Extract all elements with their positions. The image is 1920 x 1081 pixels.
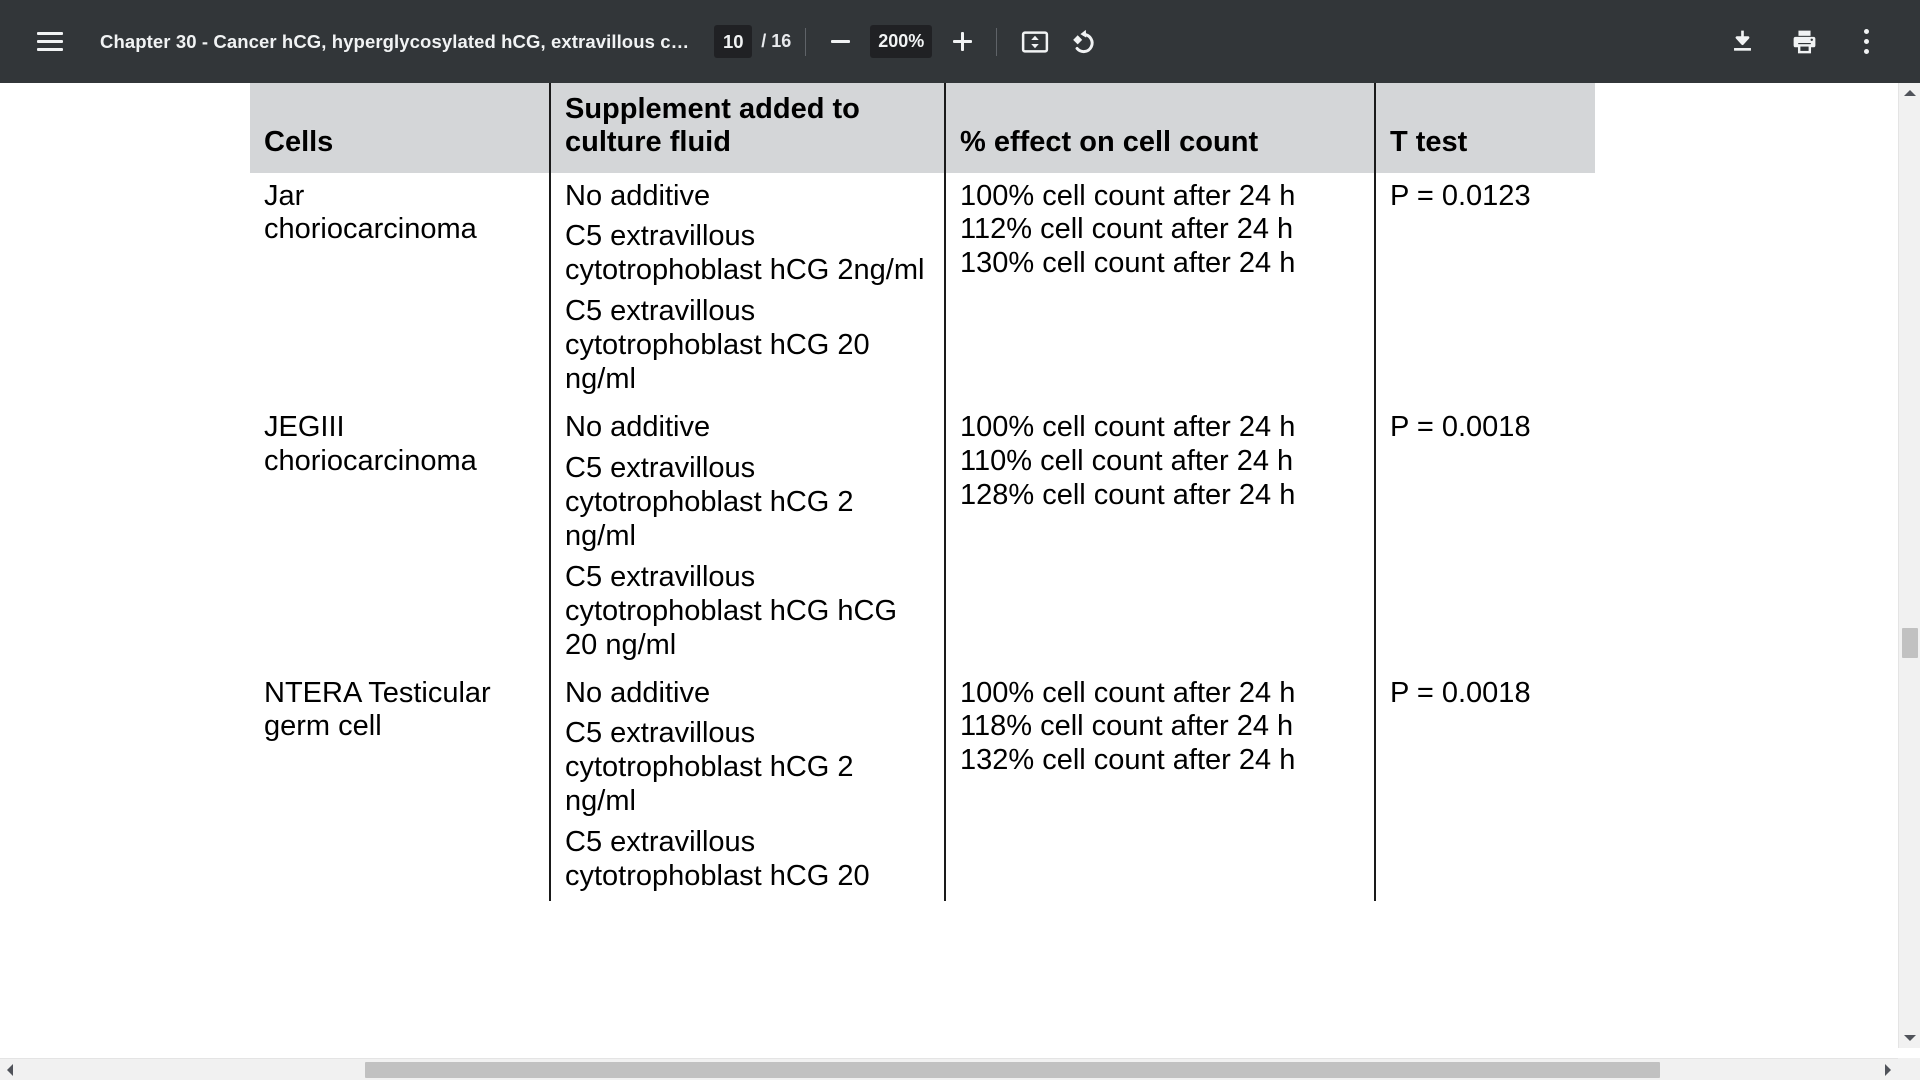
cell-supplement: No additive C5 extravillous cytotrophobl… (550, 173, 945, 405)
supplement-item: C5 extravillous cytotrophoblast hCG 2 ng… (565, 717, 930, 819)
cell-effect: 100% cell count after 24 h 110% cell cou… (945, 404, 1375, 669)
cell-line: choriocarcinoma (264, 213, 535, 247)
cell-ttest: P = 0.0018 (1375, 404, 1595, 669)
horizontal-scrollbar-thumb[interactable] (365, 1062, 1660, 1078)
more-options-icon (1864, 29, 1869, 54)
effect-line: 110% cell count after 24 h (960, 445, 1360, 479)
effect-line: 132% cell count after 24 h (960, 744, 1360, 778)
table-row: JEGIII choriocarcinoma No additive C5 ex… (250, 404, 1595, 669)
column-header-cells: Cells (250, 83, 550, 173)
page-controls: / 16 (714, 25, 791, 58)
scroll-up-arrow-icon (1904, 90, 1916, 96)
toolbar-divider-2 (996, 28, 997, 56)
cell-cells: NTERA Testicular germ cell (250, 670, 550, 902)
vertical-scrollbar[interactable] (1898, 83, 1920, 1048)
zoom-in-button[interactable] (942, 22, 982, 62)
scroll-left-button[interactable] (0, 1059, 20, 1081)
download-button[interactable] (1718, 18, 1766, 66)
scroll-down-button[interactable] (1899, 1028, 1920, 1048)
toolbar-divider (805, 28, 806, 56)
zoom-controls: 200% (820, 22, 982, 62)
table-row: Jar choriocarcinoma No additive C5 extra… (250, 173, 1595, 405)
table-header-row: Cells Supplement added to culture fluid … (250, 83, 1595, 173)
vertical-scrollbar-thumb[interactable] (1902, 628, 1918, 658)
table-body: Jar choriocarcinoma No additive C5 extra… (250, 173, 1595, 902)
more-options-button[interactable] (1842, 18, 1890, 66)
zoom-out-button[interactable] (820, 22, 860, 62)
cell-line: choriocarcinoma (264, 445, 535, 479)
table-header: Cells Supplement added to culture fluid … (250, 83, 1595, 173)
minus-icon (831, 40, 850, 43)
document-title: Chapter 30 - Cancer hCG, hyperglycosylat… (100, 31, 689, 53)
print-button[interactable] (1780, 18, 1828, 66)
effect-line: 100% cell count after 24 h (960, 677, 1360, 711)
fit-to-page-icon (1020, 27, 1050, 57)
sidebar-toggle-button[interactable] (26, 18, 74, 66)
supplement-item: C5 extravillous cytotrophoblast hCG 2ng/… (565, 220, 930, 288)
scroll-down-arrow-icon (1904, 1035, 1916, 1041)
supplement-item: No additive (565, 411, 930, 445)
column-header-supplement: Supplement added to culture fluid (550, 83, 945, 173)
print-icon (1790, 27, 1819, 56)
scroll-up-button[interactable] (1899, 83, 1920, 103)
column-header-effect: % effect on cell count (945, 83, 1375, 173)
supplement-item: C5 extravillous cytotrophoblast hCG 2 ng… (565, 452, 930, 554)
cell-line: NTERA Testicular (264, 677, 535, 711)
plus-icon-vertical (961, 32, 964, 51)
scroll-right-button[interactable] (1878, 1059, 1898, 1081)
fit-to-page-button[interactable] (1011, 18, 1059, 66)
cell-ttest: P = 0.0123 (1375, 173, 1595, 405)
supplement-item: C5 extravillous cytotrophoblast hCG hCG … (565, 561, 930, 663)
scrollbar-corner (1898, 1058, 1920, 1080)
effect-line: 100% cell count after 24 h (960, 411, 1360, 445)
pdf-page-canvas: Cells Supplement added to culture fluid … (0, 83, 1900, 1063)
supplement-item: C5 extravillous cytotrophoblast hCG 20 (565, 826, 930, 894)
pdf-viewer-area[interactable]: Cells Supplement added to culture fluid … (0, 83, 1920, 1080)
cell-supplement: No additive C5 extravillous cytotrophobl… (550, 670, 945, 902)
download-icon (1728, 27, 1757, 56)
cell-supplement: No additive C5 extravillous cytotrophobl… (550, 404, 945, 669)
cell-line: germ cell (264, 710, 535, 744)
rotate-counterclockwise-icon (1068, 26, 1099, 57)
supplement-item: No additive (565, 180, 930, 214)
hamburger-menu-icon (37, 32, 63, 51)
cell-line: JEGIII (264, 411, 535, 445)
page-number-input[interactable] (714, 25, 752, 58)
supplement-item: C5 extravillous cytotrophoblast hCG 20 n… (565, 295, 930, 397)
effect-line: 100% cell count after 24 h (960, 180, 1360, 214)
scroll-right-arrow-icon (1885, 1064, 1891, 1076)
results-table: Cells Supplement added to culture fluid … (250, 83, 1595, 901)
scroll-left-arrow-icon (7, 1064, 13, 1076)
effect-line: 128% cell count after 24 h (960, 479, 1360, 513)
cell-ttest: P = 0.0018 (1375, 670, 1595, 902)
column-header-ttest: T test (1375, 83, 1595, 173)
horizontal-scrollbar[interactable] (0, 1058, 1898, 1080)
page-count-label: / 16 (761, 31, 791, 52)
effect-line: 112% cell count after 24 h (960, 213, 1360, 247)
effect-line: 130% cell count after 24 h (960, 247, 1360, 281)
zoom-level-display[interactable]: 200% (870, 25, 932, 58)
cell-cells: JEGIII choriocarcinoma (250, 404, 550, 669)
cell-line: Jar (264, 180, 535, 214)
pdf-viewer-toolbar: Chapter 30 - Cancer hCG, hyperglycosylat… (0, 0, 1920, 83)
toolbar-right-actions (1704, 18, 1890, 66)
cell-effect: 100% cell count after 24 h 118% cell cou… (945, 670, 1375, 902)
cell-cells: Jar choriocarcinoma (250, 173, 550, 405)
supplement-item: No additive (565, 677, 930, 711)
rotate-button[interactable] (1059, 18, 1107, 66)
effect-line: 118% cell count after 24 h (960, 710, 1360, 744)
cell-effect: 100% cell count after 24 h 112% cell cou… (945, 173, 1375, 405)
table-row: NTERA Testicular germ cell No additive C… (250, 670, 1595, 902)
